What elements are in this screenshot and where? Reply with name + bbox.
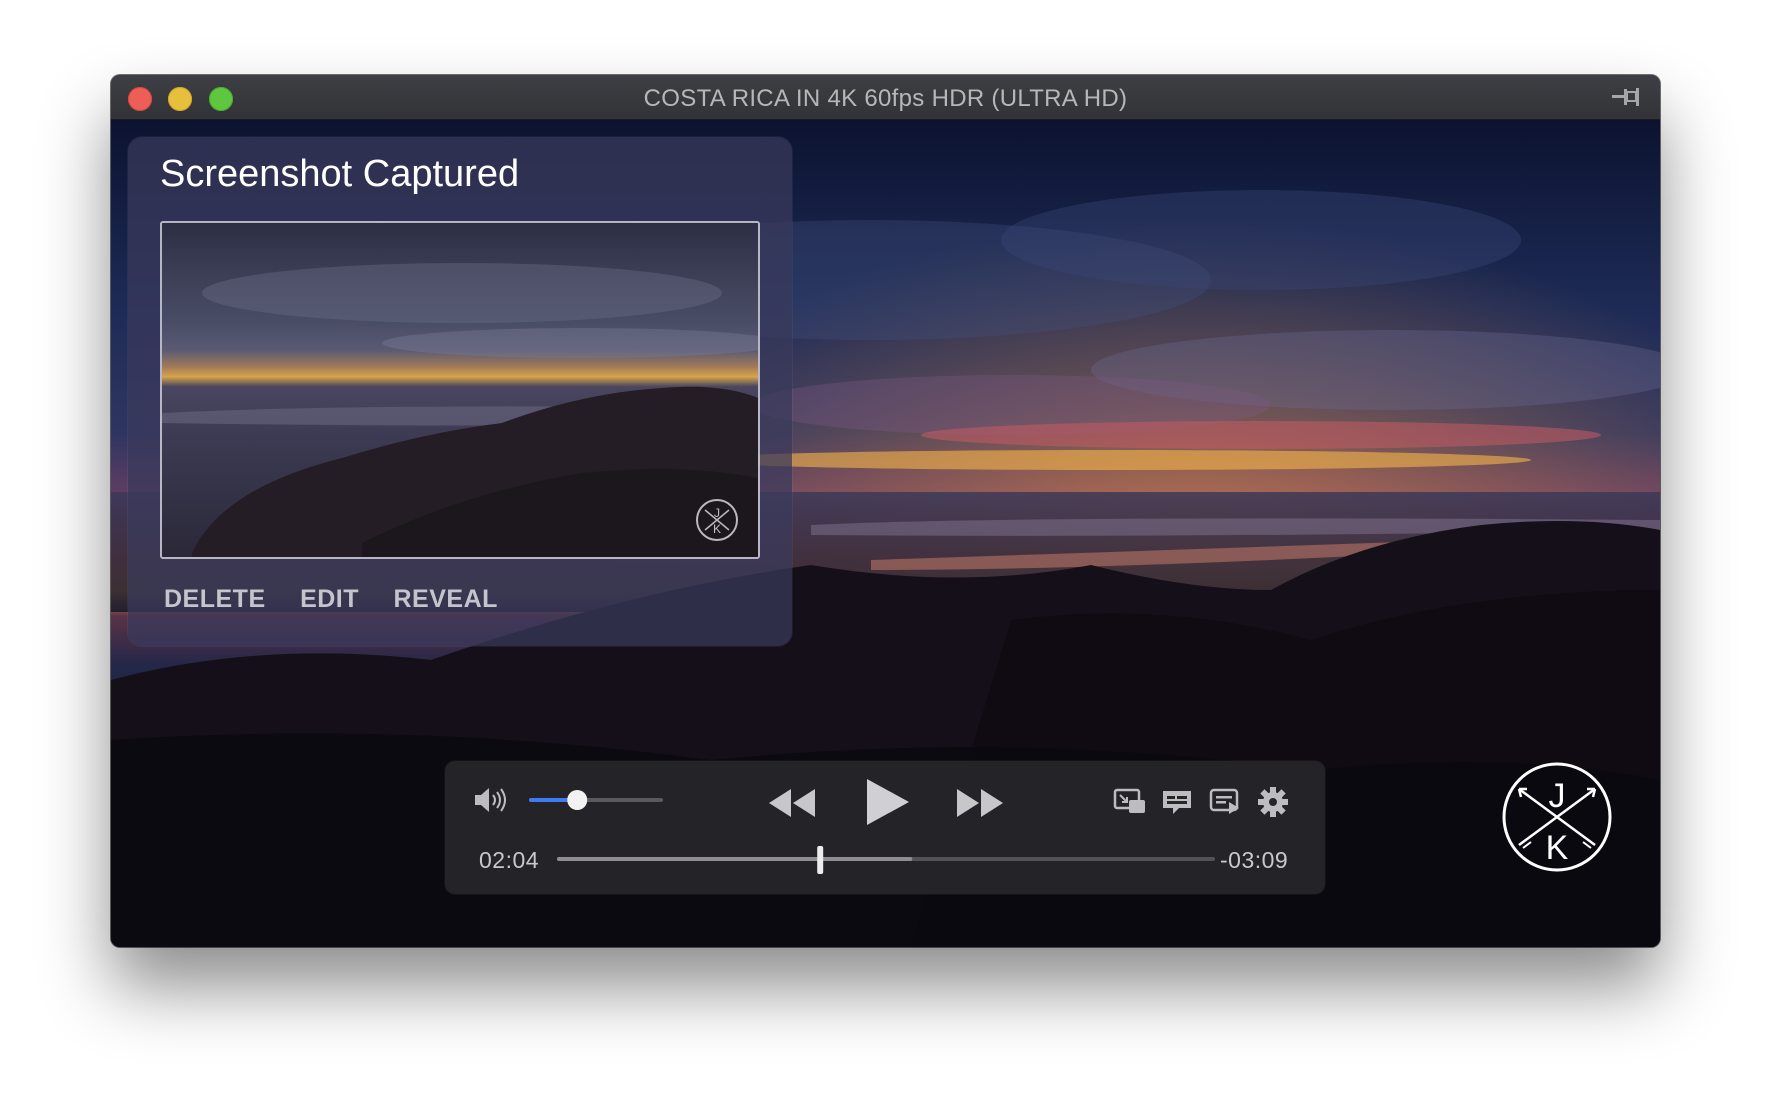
window-title: COSTA RICA IN 4K 60fps HDR (ULTRA HD) xyxy=(643,85,1128,112)
rewind-icon[interactable] xyxy=(767,787,817,819)
pin-icon[interactable] xyxy=(1610,85,1640,109)
playlist-icon[interactable] xyxy=(1209,788,1241,816)
player-window: COSTA RICA IN 4K 60fps HDR (ULTRA HD) Sc… xyxy=(111,75,1660,947)
playback-controls: 02:04 -03:09 xyxy=(445,761,1325,894)
thumb-logo-letter-k: K xyxy=(713,522,721,536)
thumb-logo-letter-j: J xyxy=(714,506,720,520)
edit-button[interactable]: EDIT xyxy=(300,585,359,614)
gear-icon[interactable] xyxy=(1257,786,1289,818)
screenshot-thumbnail[interactable]: J K xyxy=(160,221,760,559)
volume-slider[interactable] xyxy=(527,789,667,811)
capture-title: Screenshot Captured xyxy=(160,153,520,195)
seek-bar[interactable] xyxy=(557,843,1215,877)
thumbnail-image: J K xyxy=(162,223,758,557)
play-icon[interactable] xyxy=(863,777,911,827)
delete-button[interactable]: DELETE xyxy=(164,585,266,614)
logo-letter-j: J xyxy=(1549,777,1566,815)
speaker-volume-icon[interactable] xyxy=(473,785,509,815)
title-bar[interactable]: COSTA RICA IN 4K 60fps HDR (ULTRA HD) xyxy=(111,75,1660,120)
jk-crossed-arrows-logo: J K xyxy=(1502,762,1612,872)
reveal-button[interactable]: REVEAL xyxy=(393,585,497,614)
seek-buffered xyxy=(557,857,913,861)
fast-forward-icon[interactable] xyxy=(955,787,1005,819)
capture-actions: DELETE EDIT REVEAL xyxy=(164,585,528,614)
subtitles-icon[interactable] xyxy=(1161,788,1193,816)
seek-handle xyxy=(817,846,824,874)
screenshot-captured-panel: Screenshot Captured J K DELETE EDIT REVE… xyxy=(128,137,792,646)
logo-letter-k: K xyxy=(1546,829,1569,867)
remaining-time: -03:09 xyxy=(1220,847,1289,873)
elapsed-time: 02:04 xyxy=(479,847,540,873)
picture-in-picture-icon[interactable] xyxy=(1113,788,1147,816)
volume-knob xyxy=(567,790,588,810)
